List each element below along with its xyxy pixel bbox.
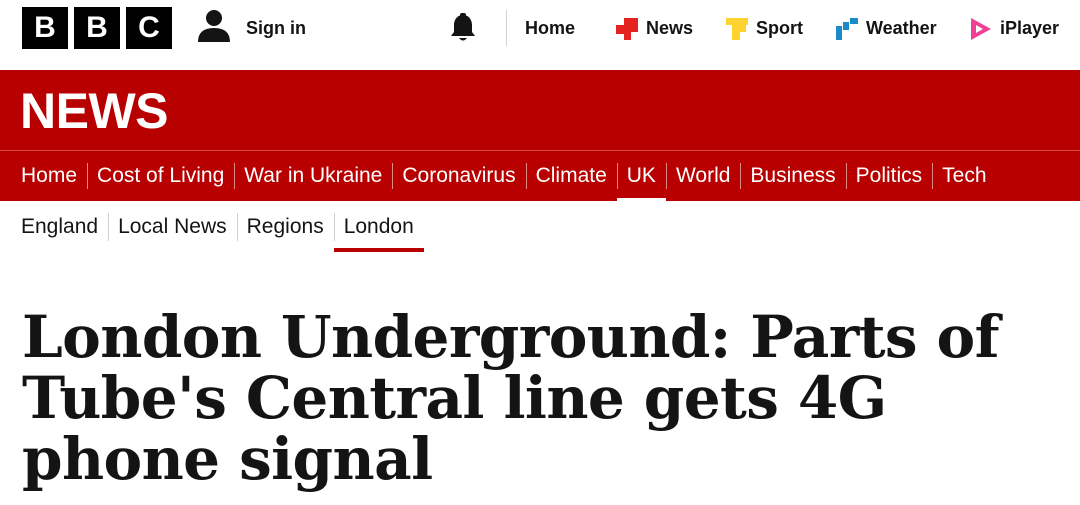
sub-nav-item[interactable]: Local News [108, 202, 237, 252]
main-nav-item[interactable]: Politics [845, 151, 933, 201]
sport-icon [724, 16, 748, 40]
main-nav: Home Cost of Living War in Ukraine Coron… [0, 150, 1080, 202]
top-nav-iplayer[interactable]: iPlayer [968, 8, 1059, 48]
main-nav-item[interactable]: War in Ukraine [234, 151, 392, 201]
sub-nav-item-active[interactable]: London [333, 202, 424, 252]
top-bar: B B C Sign in Home News Sport Weather iP… [0, 0, 1080, 70]
sign-in-button[interactable]: Sign in [196, 8, 306, 48]
sub-nav-item[interactable]: Regions [236, 202, 334, 252]
news-icon [614, 16, 638, 40]
notifications-bell-icon[interactable] [446, 11, 480, 45]
top-nav-label: Sport [756, 17, 803, 38]
sign-in-label: Sign in [246, 17, 306, 38]
top-nav-label: News [646, 17, 694, 38]
top-nav-sport[interactable]: Sport [724, 8, 803, 48]
top-nav-home[interactable]: Home [525, 8, 575, 48]
bbc-logo[interactable]: B B C [22, 7, 172, 49]
main-nav-item[interactable]: Tech [932, 151, 996, 201]
top-nav-label: Home [525, 17, 576, 38]
news-section-title[interactable]: NEWS [20, 86, 169, 136]
top-bar-divider [506, 10, 507, 46]
article-headline: London Underground: Parts of Tube's Cent… [22, 303, 1000, 493]
main-nav-item[interactable]: Climate [525, 151, 617, 201]
top-nav-label: iPlayer [1000, 17, 1060, 38]
main-nav-item[interactable]: Coronavirus [392, 151, 525, 201]
user-icon [196, 8, 232, 49]
top-nav-label: Weather [866, 17, 937, 38]
main-nav-item-active[interactable]: UK [616, 151, 667, 202]
bbc-logo-letter: C [126, 7, 172, 49]
sub-nav-item[interactable]: England [11, 202, 108, 252]
bbc-logo-letter: B [22, 7, 68, 49]
weather-icon [834, 16, 858, 40]
main-nav-items: Home Cost of Living War in Ukraine Coron… [11, 151, 997, 202]
main-nav-item[interactable]: Business [740, 151, 845, 201]
bbc-logo-letter: B [74, 7, 120, 49]
iplayer-icon [968, 16, 992, 40]
top-nav-weather[interactable]: Weather [834, 8, 937, 48]
top-nav-news[interactable]: News [614, 8, 693, 48]
main-nav-item[interactable]: Cost of Living [87, 151, 234, 201]
main-nav-item[interactable]: World [665, 151, 740, 201]
main-nav-item[interactable]: Home [11, 151, 87, 201]
sub-nav: England Local News Regions London [11, 202, 424, 252]
